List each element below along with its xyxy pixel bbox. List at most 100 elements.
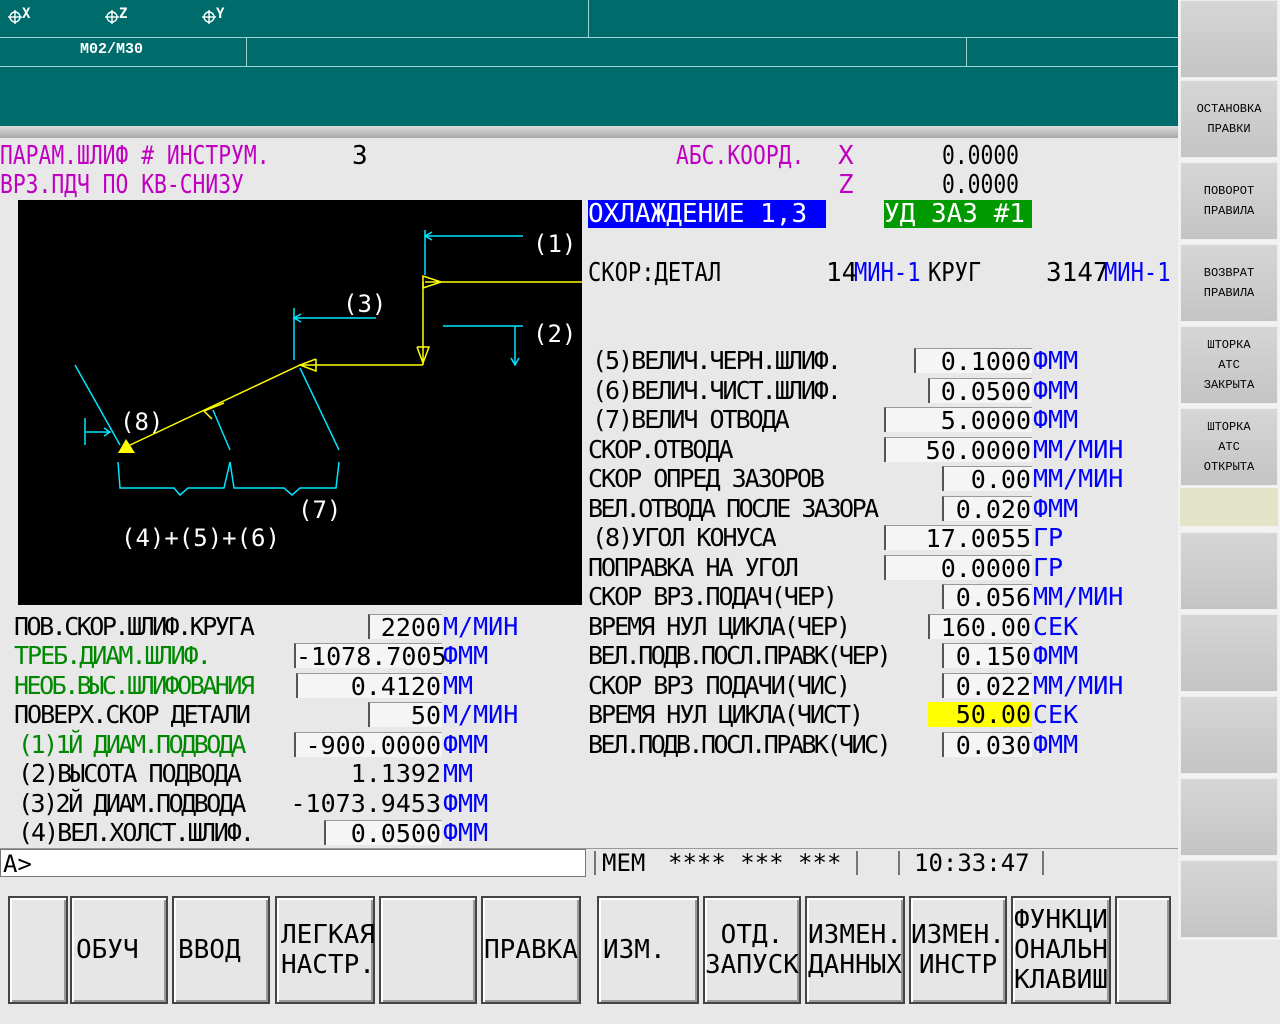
param-label: ТРЕБ.ДИАМ.ШЛИФ.	[14, 641, 212, 670]
wheel-speed-value: 3147	[1046, 258, 1109, 288]
header-divider	[588, 0, 589, 37]
right-softkey-blank[interactable]	[1180, 860, 1278, 938]
param-value-input[interactable]: 0.056	[942, 584, 1032, 610]
wheel-brace	[117, 461, 231, 497]
part-speed-unit: МИН-1	[854, 258, 921, 288]
param-unit: ММ/МИН	[1033, 464, 1124, 493]
param-label: (6)ВЕЛИЧ.ЧИСТ.ШЛИФ.	[592, 376, 842, 405]
softkey-blank[interactable]	[379, 896, 477, 1004]
speed-label: СКОР:ДЕТАЛ	[588, 258, 722, 288]
param-label: (4)ВЕЛ.ХОЛСТ.ШЛИФ.	[18, 818, 255, 847]
param-unit: СЕК	[1033, 612, 1079, 641]
param-value-input[interactable]: 2200	[368, 614, 442, 640]
param-unit: ФММ	[443, 818, 489, 847]
param-unit: ММ/МИН	[1033, 582, 1124, 611]
param-value-input[interactable]: -900.0000	[294, 732, 442, 758]
param-value-input[interactable]: 0.0000	[884, 555, 1032, 581]
right-softkey-spacer	[1180, 488, 1278, 526]
param-value-input[interactable]: 160.00	[928, 614, 1032, 640]
abs-coord-label: АБС.КООРД.	[676, 141, 805, 171]
param-value-input[interactable]: 17.0055	[884, 525, 1032, 551]
header-divider	[0, 37, 1178, 38]
param-value-input[interactable]: 0.030	[942, 732, 1032, 758]
atc-shutter-open-button[interactable]: ШТОРКА АТС ОТКРЫТА	[1180, 408, 1278, 486]
softkey-teach[interactable]: ОБУЧ	[70, 896, 168, 1004]
param-value: -1073.9453	[290, 789, 441, 818]
param-value-input[interactable]: -1078.7005	[294, 643, 447, 669]
param-value-input[interactable]: 50.0000	[884, 437, 1032, 463]
header-divider	[246, 37, 247, 66]
dressing-diagram: (1) (2) (3) (7) (8) (4)+(5)+(6)	[18, 200, 582, 605]
right-softkey-blank[interactable]	[1180, 778, 1278, 856]
param-value-input[interactable]: 0.00	[942, 466, 1032, 492]
diagram-label-7: (7)	[298, 496, 341, 524]
param-value-input[interactable]: 0.150	[942, 643, 1032, 669]
param-unit: ФММ	[443, 789, 489, 818]
param-label: ВЕЛ.ПОДВ.ПОСЛ.ПРАВК(ЧИС)	[588, 730, 892, 759]
param-label: ВРЕМЯ НУЛ ЦИКЛА(ЧИСТ)	[588, 700, 864, 729]
softkey-single-start[interactable]: ОТД. ЗАПУСК	[703, 896, 801, 1004]
param-value-input[interactable]: 5.0000	[884, 407, 1032, 433]
param-value-input[interactable]: 0.1000	[914, 348, 1032, 374]
wheel-speed-unit: МИН-1	[1104, 258, 1171, 288]
x-coordinate-value: 0.0000	[942, 141, 1020, 171]
axis-z-icon	[105, 10, 119, 24]
status-divider	[594, 851, 596, 875]
z-axis-label: Z	[838, 170, 854, 200]
param-unit: ФММ	[1033, 376, 1079, 405]
param-label: НЕОБ.ВЫС.ШЛИФОВАНИЯ	[14, 671, 255, 700]
diagram-label-8: (8)	[120, 408, 163, 436]
right-softkey-blank[interactable]	[1180, 614, 1278, 692]
diagram-label-2: (2)	[533, 320, 576, 348]
softkey-edit-data[interactable]: ИЗМЕН. ДАННЫХ	[805, 896, 905, 1004]
right-softkey-blank[interactable]	[1180, 696, 1278, 774]
run-mode: MEM	[602, 849, 646, 877]
right-softkey-blank[interactable]	[1180, 532, 1278, 610]
dressing-diagram-svg: (1) (2) (3) (7) (8) (4)+(5)+(6)	[74, 230, 582, 552]
param-unit: ФММ	[1033, 346, 1079, 375]
gap-badge: УД ЗАЗ #1	[884, 200, 1032, 228]
command-input[interactable]: A>	[0, 849, 586, 878]
param-label: (2)ВЫСОТА ПОДВОДА	[18, 759, 242, 788]
param-unit: ГР	[1033, 523, 1064, 552]
param-value-input[interactable]: 50	[368, 702, 442, 728]
softkey-measure[interactable]: ИЗМ.	[597, 896, 699, 1004]
softkey-input[interactable]: ВВОД	[172, 896, 270, 1004]
softkey-blank[interactable]	[1115, 896, 1171, 1004]
dresser-stop-button[interactable]: ОСТАНОВКА ПРАВКИ	[1180, 80, 1278, 158]
param-label: СКОР.ОТВОДА	[588, 435, 734, 464]
param-unit: ФММ	[1033, 641, 1079, 670]
dresser-rotate-button[interactable]: ПОВОРОТ ПРАВИЛА	[1180, 162, 1278, 240]
program-status: M02/M30	[80, 41, 144, 58]
wheel-edge	[299, 367, 340, 451]
param-label: (5)ВЕЛИЧ.ЧЕРН.ШЛИФ.	[592, 346, 842, 375]
part-speed-value: 14	[826, 258, 858, 288]
softkey-blank[interactable]	[8, 896, 68, 1004]
param-value-input[interactable]: 0.022	[942, 673, 1032, 699]
right-softkey-blank[interactable]	[1180, 0, 1278, 78]
softkey-edit-tool[interactable]: ИЗМЕН. ИНСТР	[909, 896, 1007, 1004]
dresser-return-button[interactable]: ВОЗВРАТ ПРАВИЛА	[1180, 244, 1278, 322]
status-divider	[856, 851, 858, 875]
param-value-input-selected[interactable]: 50.00	[928, 702, 1032, 727]
param-value: 1.1392	[350, 759, 441, 788]
param-value-input[interactable]: 0.020	[942, 496, 1032, 522]
axis-x-label: X	[22, 6, 31, 22]
param-value-input[interactable]: 0.0500	[324, 820, 442, 846]
wheel-edge	[212, 409, 231, 451]
axis-y-icon	[202, 10, 216, 24]
param-label: ВРЕМЯ НУЛ ЦИКЛА(ЧЕР)	[588, 612, 851, 641]
axis-z-label: Z	[119, 6, 128, 22]
diagram-label-3: (3)	[343, 290, 386, 318]
diagram-label-sum: (4)+(5)+(6)	[121, 524, 280, 552]
softkey-function-keys[interactable]: ФУНКЦИ ОНАЛЬН КЛАВИШ	[1011, 896, 1111, 1004]
param-label: (1)1Й ДИАМ.ПОДВОДА	[18, 730, 246, 759]
param-unit: ММ	[443, 759, 474, 788]
atc-shutter-close-button[interactable]: ШТОРКА АТС ЗАКРЫТА	[1180, 326, 1278, 404]
param-value-input[interactable]: 0.4120	[296, 673, 442, 699]
softkey-dressing[interactable]: ПРАВКА	[481, 896, 581, 1004]
param-value-input[interactable]: 0.0500	[928, 378, 1032, 404]
softkey-easy-setup[interactable]: ЛЕГКАЯ НАСТР.	[275, 896, 375, 1004]
wheel-brace	[229, 461, 340, 496]
param-label: СКОР ОПРЕД ЗАЗОРОВ	[588, 464, 825, 493]
